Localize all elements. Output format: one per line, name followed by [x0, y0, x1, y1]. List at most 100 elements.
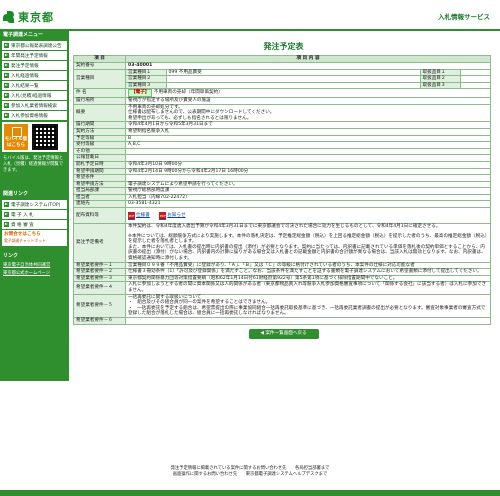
tokyo-logo[interactable]: 東京都: [3, 9, 54, 25]
order-plan-table: 項 目 項 目 内 容 契約番号 03-40001 営業種目 営業種目１ 099…: [73, 55, 491, 325]
row-label: 営業種目: [73, 68, 126, 90]
hope-cond-value: [125, 174, 491, 182]
footer-bar: [0, 490, 500, 496]
accept-rank-value: A,B,C: [125, 141, 491, 149]
table-row: 担当局部課 警視庁総務部用度課: [73, 187, 491, 195]
rank-value: B: [125, 134, 491, 143]
sidebar-link-label: 電 子 入 札: [11, 212, 34, 218]
sidebar-link-tokyo-official[interactable]: 東京都公式ホームページ: [0, 269, 69, 277]
other-value: [125, 147, 491, 156]
electronic-tag: 【電子】: [128, 89, 153, 97]
requirement-value: 営業種目０９９番「不用品賣受」に登録があり、「Ａ」、「Ｂ」又は「Ｃ」の等級に格付…: [125, 261, 491, 270]
contract-number: 03-40001: [125, 62, 491, 70]
requirement-value: [125, 316, 491, 325]
row-label: 契約番号: [73, 62, 126, 70]
business-type-2-value: [166, 75, 420, 83]
arrow-right-icon: [4, 113, 9, 118]
column-header-item: 項 目: [73, 55, 126, 63]
chatbot-label: お問合せはこちら 電子調達チャットボット: [4, 232, 46, 243]
bid-date-value: [125, 154, 491, 162]
sidebar-link-tokyo-e-gov[interactable]: 東京電子自治体共同運営: [0, 261, 69, 269]
sidebar-item-label: 年間発注予定情報: [11, 53, 48, 59]
notice-pdf-link[interactable]: PDF お知らせ: [159, 211, 186, 220]
table-row: 希望業者要件－４ 入札に参加しようとする者の間に資本関係又は人的関係がある者（東…: [73, 281, 491, 295]
subject-cell: 【電子】 不用車両の売却（年間単価契約）: [125, 88, 491, 98]
table-header-row: 項 目 項 目 内 容: [73, 55, 491, 63]
spec-pdf-link[interactable]: PDF 仕様書: [128, 211, 150, 220]
row-label: 希望業者要件－６: [73, 316, 126, 325]
pdf-link-label: お知らせ: [167, 212, 186, 218]
arrow-right-icon: [4, 212, 9, 217]
arrow-right-icon: [4, 43, 9, 48]
row-label: 契約方法: [73, 127, 126, 136]
sidebar-links-title: 関連リンク: [3, 191, 29, 197]
note-cell: 本件契約は、令和4年度歳入歳出予算が令和4年3月31日までに東京都議会で可決され…: [125, 223, 491, 263]
sidebar-menu-title: 電子調達メニュー: [3, 32, 44, 38]
sidebar-item-annual-plan[interactable]: 年間発注予定情報: [2, 51, 67, 60]
row-label: 配布資料等: [73, 207, 126, 225]
row-label: 担当者: [73, 193, 126, 202]
table-row: 受付等級 A,B,C: [73, 141, 491, 149]
sidebar-item-bidder-search[interactable]: 参加入札業者情報検索: [2, 101, 67, 110]
table-row: 営業種目 営業種目１ 099 不用品賣受 取扱品目１ 営業種目２ 取扱品目２ 営…: [73, 68, 491, 90]
table-row: 履行場所 警視庁が指定する場所及び賣受人の施設: [73, 96, 491, 105]
handling-3-value: [460, 81, 490, 89]
back-to-list-button[interactable]: ◀ 案件一覧画面へ戻る: [248, 328, 319, 339]
ginkgo-leaf-icon: [3, 11, 15, 23]
sidebar-link-qualification-review[interactable]: 資 格 審 査: [2, 220, 67, 229]
chatbot-contact-button[interactable]: お問合せはこちら 電子調達チャットボット: [2, 230, 67, 246]
table-row: 配布資料等 PDF 仕様書 PDF お知らせ: [73, 207, 491, 225]
table-row: 担当者 入札担当（内線702-22472）: [73, 193, 491, 202]
subject-text: 不用車両の売却（年間単価契約）: [153, 90, 223, 96]
sidebar-link-label: 資 格 審 査: [11, 222, 34, 228]
table-row: 希望業者要件－６: [73, 316, 491, 325]
summary-line: 希望申出があっても、必ずしも指名されるとは限りません。: [128, 115, 252, 121]
table-row: 発注予定備考 本件契約は、令和4年度歳入歳出予算が令和4年3月31日までに東京都…: [73, 223, 491, 263]
requirement-value: 東京都契約関係暴力団等対策措置要綱（昭和62年1月14日付61財経庶第922号）…: [125, 274, 491, 283]
row-label: 希望業者要件－４: [73, 281, 126, 295]
hope-period-value: 令和4年2月14日 9時00分から令和4年2月17日 16時00分: [125, 167, 491, 176]
table-row: 希望業者要件－５ 一括再委託に関する取扱いについて ・ 組合及びその組合員が同一…: [73, 293, 491, 318]
note-paragraph: 本件契約は、令和4年度歳入歳出予算が令和4年3月31日までに東京都議会で可決され…: [128, 224, 441, 230]
row-label: 公報登載日: [73, 154, 126, 162]
sidebar-item-estimate-progress[interactable]: 入札(見積)経過情報: [2, 91, 67, 100]
table-row: 概要 不用車両の売却処分です。 仕様書は配布しませんので、公表期間中にダウンロー…: [73, 103, 491, 123]
row-label: 希望業者要件－３: [73, 274, 126, 283]
column-header-content: 項 目 内 容: [125, 55, 491, 63]
sidebar-item-label: 入札結果一覧: [11, 83, 39, 89]
sidebar-item-order-plan[interactable]: 発注予定情報: [2, 61, 67, 70]
arrow-right-icon: [4, 103, 9, 108]
sidebar-item-bid-progress[interactable]: 入札経過情報: [2, 71, 67, 80]
period-value: 令和4年4月1日から令和5年3月31日まで: [125, 121, 491, 129]
arrow-right-icon: [4, 202, 9, 207]
sidebar-item-label: 東京都公報発表調達公告: [11, 43, 62, 49]
service-title: 入札情報サービス: [438, 13, 490, 21]
table-row: 希望条件: [73, 174, 491, 182]
row-label: 履行期間: [73, 121, 126, 129]
arrow-right-icon: [4, 222, 9, 227]
table-row: 契約方法 希望制指名競争入札: [73, 127, 491, 136]
handling-2-label: 取扱品目２: [419, 75, 461, 83]
sidebar-bottom-title: リンク: [3, 253, 19, 259]
row-label: 希望申請方法: [73, 180, 126, 189]
note-paragraph: ※本件については、総額競争方式により実施します。本件の落札決定は、予定推定総金額…: [128, 233, 488, 245]
requirement-value: 仕様書３冊効条件（1）「許可及び登録関係」を満たすこと。なお、当該条件を満たすこ…: [125, 268, 491, 276]
mobile-version-button[interactable]: モバイル版 はこちら: [4, 124, 28, 150]
sidebar-link-e-bidding[interactable]: 電 子 入 札: [2, 210, 67, 219]
table-row: 履行期間 令和4年4月1日から令和5年3月31日まで: [73, 121, 491, 129]
business-type-grid: 営業種目１ 099 不用品賣受 取扱品目１ 営業種目２ 取扱品目２ 営業種目３: [126, 69, 490, 89]
page-footer: 発注予定情報に掲載されている案件に関するお問い合わせ先 各局担当部署まで 画面操…: [0, 466, 500, 478]
row-label: 連絡先: [73, 200, 126, 209]
sidebar-item-qualification[interactable]: 入札参加資格情報: [2, 111, 67, 120]
table-row: 希望業者要件－１ 営業種目０９９番「不用品賣受」に登録があり、「Ａ」、「Ｂ」又は…: [73, 261, 491, 270]
method-apply-value: 電子調達システムにより希望申請を行ってください。: [125, 180, 491, 189]
dept-value: 警視庁総務部用度課: [125, 187, 491, 195]
page-title: 発注予定表: [263, 42, 304, 51]
sidebar-item-bid-results[interactable]: 入札結果一覧: [2, 81, 67, 90]
mobile-sub-label: はこちら: [7, 143, 25, 148]
pdf-icon: PDF: [159, 211, 167, 220]
location-value: 警視庁が指定する場所及び賣受人の施設: [125, 96, 491, 105]
sidebar-item-public-notice[interactable]: 東京都公報発表調達公告: [2, 41, 67, 50]
sidebar-link-procurement-top[interactable]: 電子調達システム(TOP): [2, 200, 67, 209]
footer-line: 画面操作に関するお問い合わせ先 東京都電子調達システムヘルプデスクまで: [172, 472, 328, 477]
